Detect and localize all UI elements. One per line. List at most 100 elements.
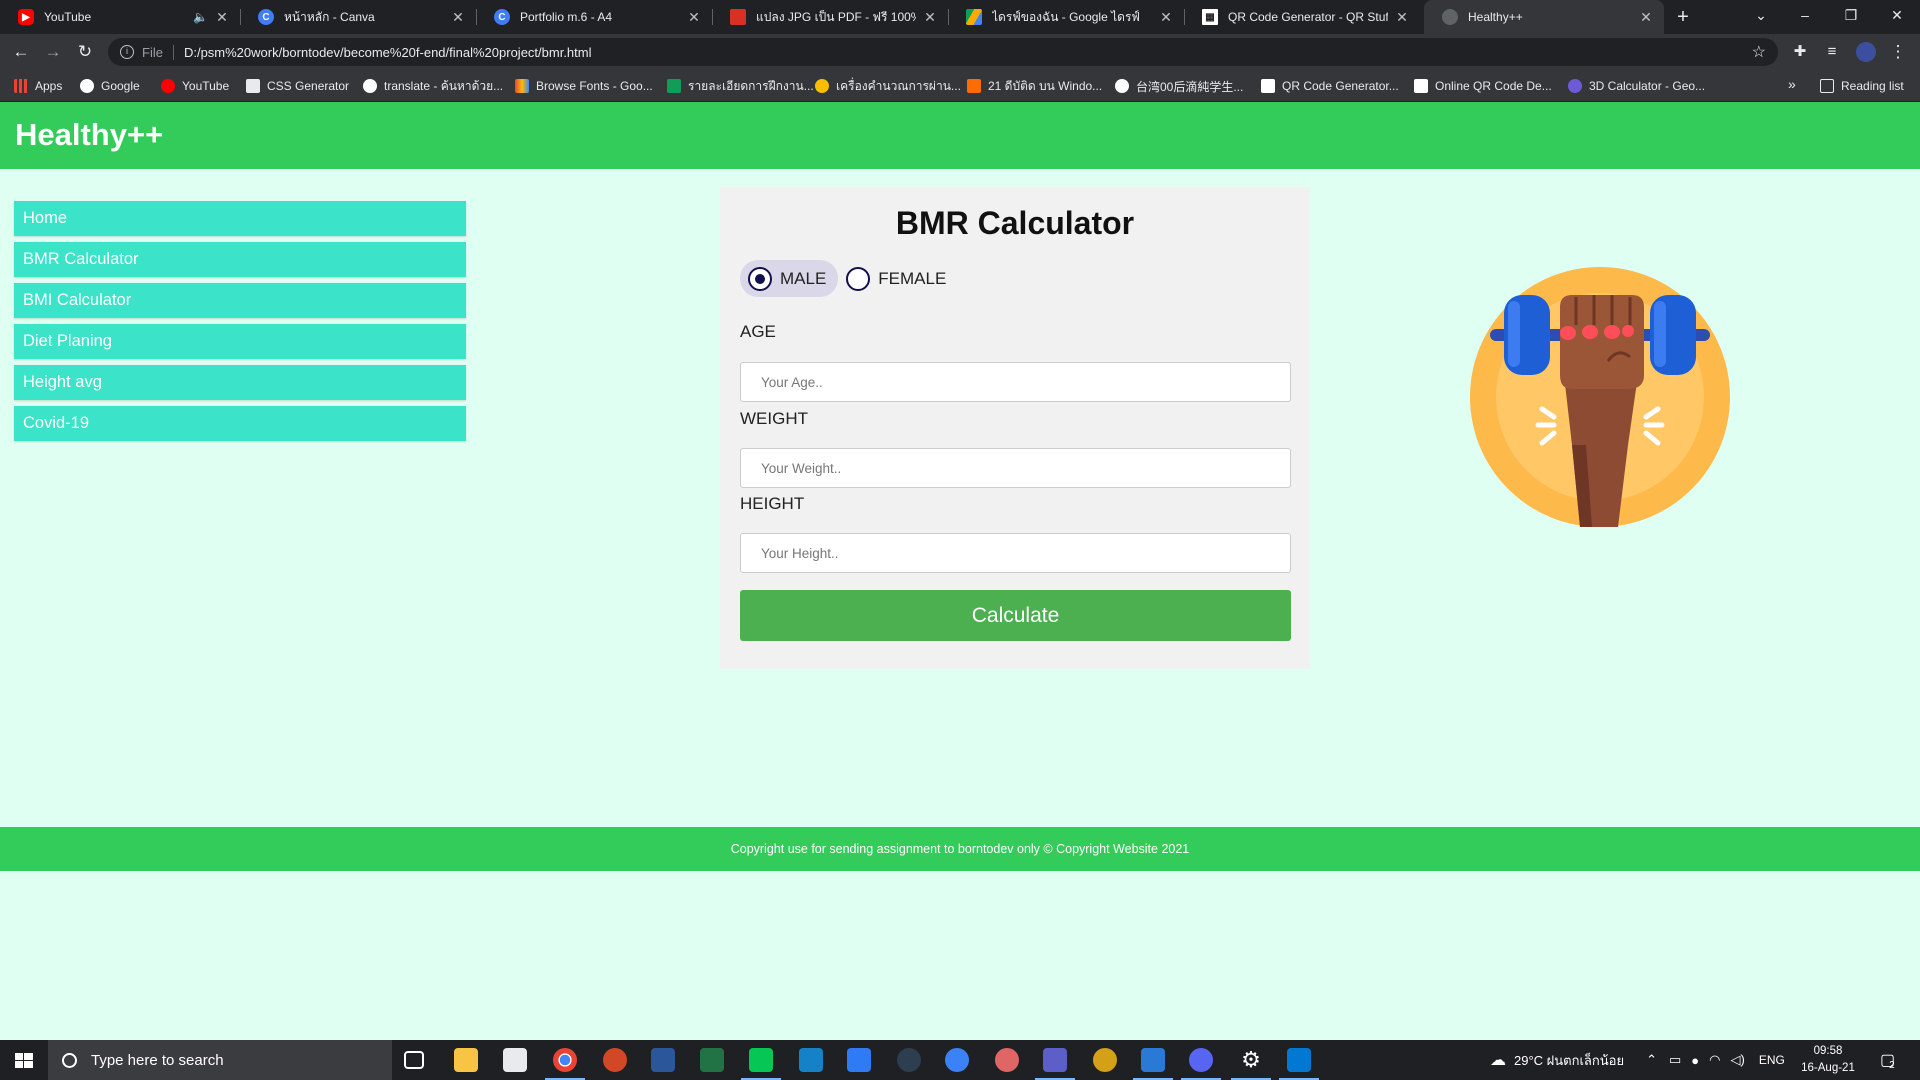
close-icon[interactable]: ✕ [1638,9,1654,26]
nav-item-bmr-calculator[interactable]: BMR Calculator [14,242,466,277]
close-icon[interactable]: ✕ [1158,9,1174,26]
bookmarks-bar: Apps Google YouTube CSS Generator transl… [0,70,1920,102]
weather-cloud-icon[interactable]: ☁ [1490,1050,1506,1070]
nav-item-home[interactable]: Home [14,201,466,236]
bookmark-internship[interactable]: รายละเอียดการฝึกงาน... [667,77,814,95]
tab-healthy[interactable]: Healthy++ ✕ [1424,0,1664,34]
forward-icon[interactable]: → [41,40,65,64]
extensions-icon[interactable]: ✚ [1788,40,1812,64]
close-icon[interactable]: ✕ [922,9,938,26]
bookmark-label: translate - ค้นหาด้วย... [384,78,504,93]
nav-item-diet-planing[interactable]: Diet Planing [14,324,466,359]
wifi-icon[interactable]: ◠ [1709,1052,1720,1068]
bookmark-label: Apps [35,79,63,93]
discord-icon[interactable] [1181,1048,1221,1080]
microphone-icon[interactable]: ● [1691,1053,1699,1068]
close-icon[interactable]: ✕ [686,9,702,26]
bookmark-youtube[interactable]: YouTube [161,77,229,95]
more-bookmarks-icon[interactable]: » [1788,76,1796,92]
bookmark-calculator[interactable]: เครื่องคำนวณการผ่าน... [815,77,961,95]
vscode-icon[interactable] [1279,1048,1319,1080]
tab-pdf[interactable]: แปลง JPG เป็น PDF - ฟรี 100% - PD ✕ [712,0,948,34]
female-radio[interactable] [846,266,871,291]
tab-search-icon[interactable]: ⌄ [1738,0,1784,30]
language-indicator[interactable]: ENG [1759,1053,1785,1067]
site-logo[interactable]: Healthy++ [15,117,163,153]
bookmark-star-icon[interactable]: ☆ [1752,42,1766,62]
menu-icon[interactable]: ⋮ [1886,40,1910,64]
app-gauge-icon[interactable] [1093,1048,1117,1072]
bookmark-apps[interactable]: Apps [14,77,62,95]
calculate-button[interactable]: Calculate [740,590,1291,641]
minimize-icon[interactable]: – [1782,0,1828,30]
back-icon[interactable]: ← [9,40,33,64]
bookmark-3d-calculator[interactable]: 3D Calculator - Geo... [1568,77,1705,95]
chrome-icon[interactable] [545,1048,585,1080]
close-icon[interactable]: ✕ [450,9,466,26]
arduino-icon[interactable] [799,1048,823,1072]
app-3-icon[interactable] [847,1048,871,1072]
close-icon[interactable]: ✕ [1394,9,1410,26]
bookmark-google[interactable]: Google [80,77,140,95]
powerpoint-icon[interactable] [603,1048,627,1072]
address-bar[interactable]: i File D:/psm%20work/borntodev/become%20… [108,38,1778,66]
bookmark-qr-generator[interactable]: QR Code Generator... [1261,77,1399,95]
photos-icon[interactable] [1133,1048,1173,1080]
bookmark-label: 台湾00后滴純学生... [1136,79,1244,94]
reload-icon[interactable]: ↻ [73,40,97,64]
app-w-icon[interactable] [945,1048,969,1072]
windows-start-icon[interactable] [0,1040,48,1080]
app-cloud-icon[interactable] [995,1048,1019,1072]
media-control-icon[interactable]: ≡ [1820,40,1844,64]
bookmark-label: Google [101,79,140,93]
height-input[interactable] [740,533,1291,573]
restore-icon[interactable]: ❐ [1828,0,1874,30]
nav-item-height-avg[interactable]: Height avg [14,365,466,400]
task-view-icon[interactable] [404,1051,424,1069]
profile-avatar-icon[interactable] [1854,40,1878,64]
tab-google-drive[interactable]: ไดรฟ์ของฉัน - Google ไดรฟ์ ✕ [948,0,1184,34]
excel-icon[interactable] [700,1048,724,1072]
gender-option-male[interactable]: MALE [740,260,839,297]
bookmark-qr-decoder[interactable]: Online QR Code De... [1414,77,1552,95]
info-icon[interactable]: i [120,45,134,59]
bookmark-css-generator[interactable]: CSS Generator [246,77,349,95]
file-explorer-icon[interactable] [454,1048,478,1072]
tab-portfolio[interactable]: C Portfolio m.6 - A4 ✕ [476,0,712,34]
scheme-label: File [142,44,174,60]
new-tab-button[interactable]: + [1670,4,1696,30]
tab-canva[interactable]: C หน้าหลัก - Canva ✕ [240,0,476,34]
microsoft-store-icon[interactable] [503,1048,527,1072]
bookmark-translate[interactable]: translate - ค้นหาด้วย... [363,77,503,95]
taskbar-search[interactable]: Type here to search [48,1040,392,1080]
nav-item-bmi-calculator[interactable]: BMI Calculator [14,283,466,318]
volume-icon[interactable]: ◁) [1730,1052,1744,1068]
close-icon[interactable]: ✕ [214,9,230,26]
gender-option-female[interactable]: FEMALE [838,260,958,297]
bookmark-google-fonts[interactable]: Browse Fonts - Goo... [515,77,653,95]
bookmark-taiwan[interactable]: 台湾00后滴純学生... [1115,77,1243,95]
bookmark-windows[interactable]: 21 ดีบัติด บน Windo... [967,77,1102,95]
app-proxy-icon[interactable] [897,1048,921,1072]
bmr-calculator-card: BMR Calculator MALE FEMALE AGE WEIGHT HE… [720,187,1310,669]
settings-gear-icon[interactable]: ⚙ [1231,1048,1271,1080]
age-input[interactable] [740,362,1291,402]
teams-icon[interactable] [1035,1048,1075,1080]
close-window-icon[interactable]: ✕ [1874,0,1920,30]
speaker-icon[interactable]: 🔈 [193,10,208,24]
tab-youtube[interactable]: ▶ YouTube 🔈 ✕ [0,0,240,34]
device-icon[interactable]: ▭ [1669,1052,1681,1068]
weight-input[interactable] [740,448,1291,488]
system-clock[interactable]: 09:58 16-Aug-21 [1795,1043,1861,1077]
male-radio[interactable] [748,266,772,291]
word-icon[interactable] [651,1048,675,1072]
weather-text[interactable]: 29°C ฝนตกเล็กน้อย [1514,1050,1624,1071]
nav-item-covid-19[interactable]: Covid-19 [14,406,466,441]
notification-center[interactable]: ▢ 2 [1880,1040,1895,1080]
reading-list[interactable]: Reading list [1820,77,1904,95]
url-text[interactable]: D:/psm%20work/borntodev/become%20f-end/f… [184,45,592,60]
bookmark-label: Browse Fonts - Goo... [536,79,653,93]
chevron-up-icon[interactable]: ⌃ [1646,1052,1657,1068]
tab-qr-code[interactable]: ▦ QR Code Generator - QR Stuff Fr ✕ [1184,0,1420,34]
line-icon[interactable] [741,1048,781,1080]
